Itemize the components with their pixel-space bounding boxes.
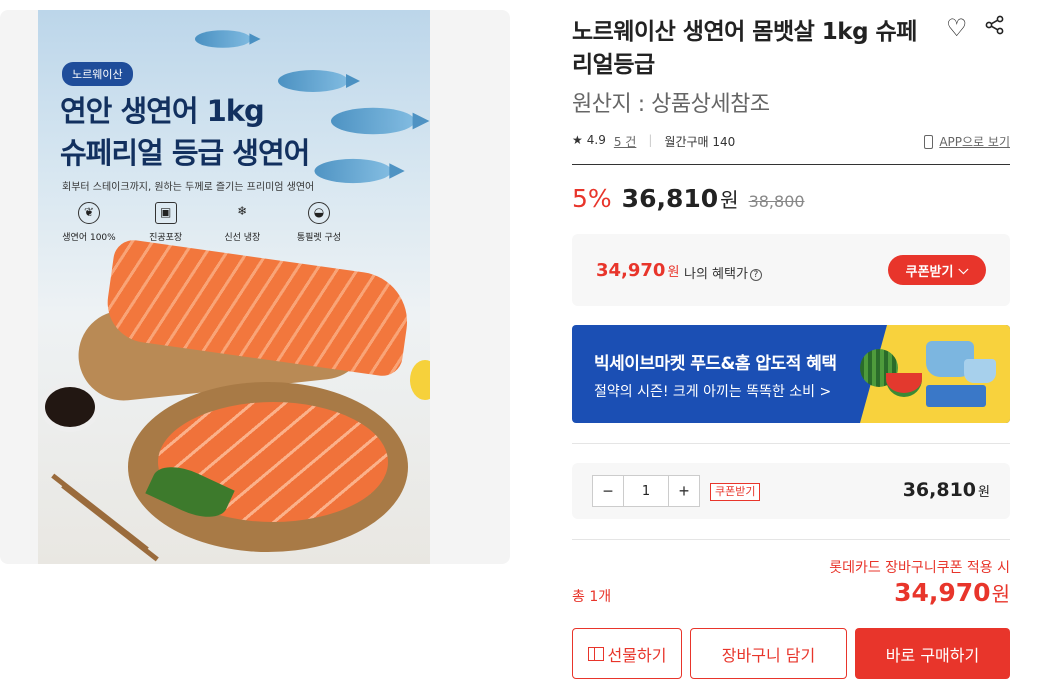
total-count: 총 1개 (572, 589, 612, 605)
total-price: 34,970원 (894, 578, 1010, 607)
sale-price: 36,810 (621, 184, 719, 213)
benefit-price: 34,970 원 (596, 260, 679, 281)
total-price-unit: 원 (991, 582, 1010, 606)
divider: | (648, 133, 653, 147)
feature-item: ❦ 생연어 100% (54, 202, 124, 243)
benefit-label: 나의 혜택가? (684, 263, 762, 282)
add-to-cart-button[interactable]: 장바구니 담기 (690, 628, 847, 679)
quantity-input[interactable] (623, 476, 669, 506)
price-unit: 원 (720, 188, 739, 212)
vacuum-pack-icon: ▣ (154, 202, 177, 224)
feature-label: 신선 냉장 (224, 233, 261, 243)
fish-graphic (278, 70, 360, 92)
action-buttons: 선물하기 장바구니 담기 바로 구매하기 (572, 628, 1010, 679)
original-price: 38,800 (748, 192, 805, 211)
feature-label: 진공포장 (149, 233, 183, 243)
product-origin: 원산지 : 상품상세참조 (572, 92, 770, 117)
coupon-tag-button[interactable]: 쿠폰받기 (710, 483, 761, 501)
star-icon: ★ (572, 133, 583, 147)
heart-icon[interactable]: ♡ (946, 14, 968, 42)
decrease-button[interactable]: − (593, 476, 623, 506)
fillet-icon: ◒ (307, 202, 330, 224)
feature-item: ◒ 통필렛 구성 (284, 202, 354, 243)
quantity-box: − + 쿠폰받기 36,810원 (572, 463, 1010, 519)
feature-item: ❄ 신선 냉장 (207, 202, 277, 243)
banner-subtitle: 절약의 시즌! 크게 아끼는 똑똑한 소비 > (594, 384, 832, 400)
coupon-download-button[interactable]: 쿠폰받기 ⌵ (888, 255, 986, 285)
app-view-label: APP으로 보기 (939, 135, 1010, 149)
benefit-price-box: 34,970 원 나의 혜택가? 쿠폰받기 ⌵ (572, 234, 1010, 306)
feature-list: ❦ 생연어 100% ▣ 진공포장 ❄ 신선 냉장 ◒ 통필렛 구성 (54, 202, 354, 243)
snowflake-icon: ❄ (237, 204, 248, 218)
option-price-unit: 원 (978, 485, 990, 500)
leaf-icon: ❦ (78, 202, 100, 224)
origin-badge: 노르웨이산 (62, 62, 133, 86)
product-image[interactable]: 노르웨이산 연안 생연어 1kg 슈페리얼 등급 생연어 회부터 스테이크까지,… (38, 10, 430, 564)
chevron-down-icon: ⌵ (958, 262, 969, 277)
fish-graphic (314, 158, 405, 184)
buy-now-button[interactable]: 바로 구매하기 (855, 628, 1010, 679)
app-view-link[interactable]: APP으로 보기 (924, 133, 1010, 150)
product-title: 노르웨이산 생연어 몸뱃살 1kg 슈페리얼등급 (572, 19, 917, 78)
monthly-purchases: 월간구매 140 (664, 135, 736, 149)
discount-rate: 5% (572, 184, 612, 213)
gift-icon (587, 646, 604, 661)
benefit-price-value: 34,970 (596, 260, 666, 281)
divider (572, 539, 1010, 540)
coupon-button-label: 쿠폰받기 (905, 263, 954, 279)
phone-icon (924, 134, 934, 149)
feature-label: 생연어 100% (62, 233, 116, 243)
divider (572, 443, 1010, 444)
review-count-link[interactable]: 5 건 (614, 133, 637, 150)
product-meta: ★ 4.9 5 건 | 월간구매 140 APP으로 보기 (572, 133, 1010, 165)
gift-label: 선물하기 (607, 645, 667, 665)
soy-sauce-dish (40, 382, 100, 432)
card-coupon-note: 롯데카드 장바구니쿠폰 적용 시 (829, 560, 1010, 576)
help-icon[interactable]: ? (749, 269, 762, 281)
promo-banner[interactable]: 빅세이브마켓 푸드&홈 압도적 혜택 절약의 시즌! 크게 아끼는 똑똑한 소비… (572, 325, 1010, 423)
rating: 4.9 (586, 133, 606, 147)
lemon-slice (410, 360, 430, 400)
tissue-box-graphic (926, 385, 986, 407)
share-icon[interactable] (984, 14, 1006, 36)
quantity-stepper: − + (592, 475, 700, 507)
product-image-frame: 노르웨이산 연안 생연어 1kg 슈페리얼 등급 생연어 회부터 스테이크까지,… (0, 10, 510, 564)
option-price-value: 36,810 (902, 479, 977, 501)
image-subtext: 회부터 스테이크까지, 원하는 두께로 즐기는 프리미엄 생연어 (62, 182, 315, 193)
gift-button[interactable]: 선물하기 (572, 628, 682, 679)
benefit-price-unit: 원 (667, 265, 680, 280)
banner-title: 빅세이브마켓 푸드&홈 압도적 혜택 (594, 354, 837, 374)
feature-label: 통필렛 구성 (296, 233, 342, 243)
image-headline: 연안 생연어 1kg 슈페리얼 등급 생연어 (60, 90, 310, 174)
feature-item: ▣ 진공포장 (131, 202, 201, 243)
fish-graphic (331, 107, 430, 135)
total-price-value: 34,970 (894, 578, 991, 607)
option-price: 36,810 원 (903, 479, 990, 501)
price-row: 5% 36,810 원 38,800 (572, 184, 805, 213)
headline-line1: 연안 생연어 1kg (60, 94, 265, 128)
benefit-label-text: 나의 혜택가 (684, 267, 748, 282)
headline-line2: 슈페리얼 등급 생연어 (60, 136, 310, 170)
fish-graphic (195, 30, 261, 48)
small-pot-graphic (964, 359, 996, 383)
increase-button[interactable]: + (669, 476, 699, 506)
